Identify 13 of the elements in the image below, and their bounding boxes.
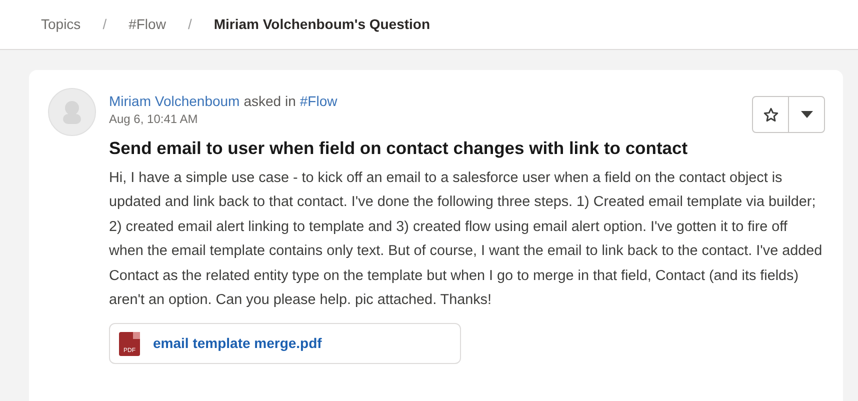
breadcrumb-separator: / bbox=[188, 15, 192, 34]
caret-icon bbox=[800, 111, 812, 118]
topic-link[interactable]: #Flow bbox=[300, 91, 338, 111]
star-icon bbox=[762, 106, 778, 122]
timestamp: Aug 6, 10:41 AM bbox=[109, 111, 199, 127]
author-link[interactable]: Miriam Volchenboum bbox=[109, 91, 240, 111]
breadcrumb-link[interactable]: Miriam Volchenboum's Question bbox=[214, 14, 430, 35]
breadcrumb-link[interactable]: Topics bbox=[41, 14, 81, 35]
asked-in-text: asked in bbox=[244, 92, 296, 111]
breadcrumb-link[interactable]: #Flow bbox=[128, 14, 166, 35]
question-title: Send email to user when field on contact changes with link to contact bbox=[109, 137, 689, 159]
question-body: Hi, I have a simple use case - to kick off an email to a salesforce user when a field on the contact object is updated and link back to that contact. I've done the following three steps. 1) Created email template via builder; 2) created email alert linking to template and 3) created flow using email alert option. I've gotten it to fire off when the email template contains only text. But of course, I want the email to link back to the contact. I've added Contact as the related entity type on the template but when I go to merge in that field, Contact (and its fields) aren't an option. Can you please help. pic attached. Thanks! bbox=[109, 169, 824, 310]
breadcrumb-separator: / bbox=[102, 15, 107, 34]
